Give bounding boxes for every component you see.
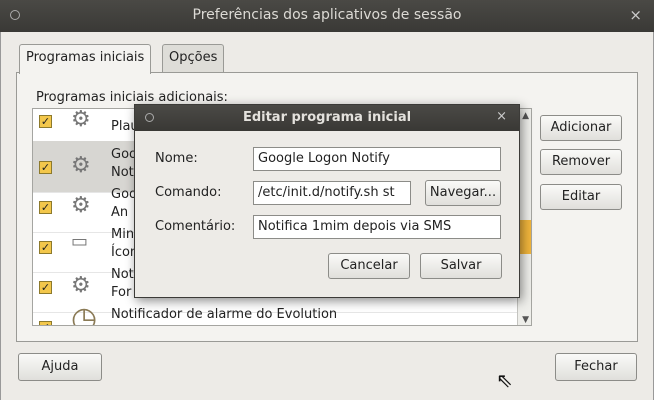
enabled-checkbox[interactable]: ✓ bbox=[39, 161, 52, 174]
scroll-down-icon[interactable]: ▼ bbox=[522, 315, 529, 325]
main-titlebar: Preferências dos aplicativos de sessão × bbox=[0, 0, 654, 32]
window-title: Preferências dos aplicativos de sessão bbox=[192, 7, 462, 23]
help-button[interactable]: Ajuda bbox=[18, 353, 102, 381]
clock-icon: ◷ bbox=[71, 301, 98, 326]
dialog-titlebar: Editar programa inicial × bbox=[135, 105, 519, 131]
dialog-title: Editar programa inicial bbox=[242, 110, 412, 125]
enabled-checkbox[interactable]: ✓ bbox=[39, 281, 52, 294]
scroll-up-icon[interactable]: ▲ bbox=[522, 111, 529, 121]
cancel-button[interactable]: Cancelar bbox=[328, 253, 410, 279]
startup-section-label: Programas iniciais adicionais: bbox=[36, 90, 228, 105]
browse-button[interactable]: Navegar... bbox=[425, 180, 501, 206]
tab-options[interactable]: Opções bbox=[162, 44, 225, 72]
remove-button[interactable]: Remover bbox=[540, 149, 622, 175]
edit-button[interactable]: Editar bbox=[540, 184, 622, 210]
enabled-checkbox[interactable]: ✓ bbox=[39, 115, 52, 128]
close-button[interactable]: Fechar bbox=[555, 353, 637, 381]
comment-field[interactable]: Notifica 1mim depois via SMS bbox=[253, 215, 501, 239]
window-close-button[interactable]: × bbox=[629, 6, 642, 24]
save-button[interactable]: Salvar bbox=[420, 253, 502, 279]
gear-icon: ⚙ bbox=[71, 273, 91, 298]
command-field[interactable]: /etc/init.d/notify.sh st bbox=[253, 181, 411, 205]
name-field[interactable]: Google Logon Notify bbox=[253, 147, 501, 171]
enabled-checkbox[interactable]: ✓ bbox=[39, 201, 52, 214]
list-item[interactable]: ✓ ◷ Notificador de alarme do Evolution bbox=[33, 301, 519, 326]
add-button[interactable]: Adicionar bbox=[540, 115, 622, 141]
dialog-close-button[interactable]: × bbox=[496, 109, 507, 124]
mouse-cursor-icon: ⇖ bbox=[496, 368, 513, 392]
gear-icon: ⚙ bbox=[71, 153, 91, 178]
name-label: Nome: bbox=[155, 151, 198, 166]
comment-label: Comentário: bbox=[155, 219, 236, 234]
gear-icon: ⚙ bbox=[71, 193, 91, 218]
enabled-checkbox[interactable]: ✓ bbox=[39, 321, 52, 325]
enabled-checkbox[interactable]: ✓ bbox=[39, 241, 52, 254]
drive-icon: ▭ bbox=[71, 231, 89, 252]
command-label: Comando: bbox=[155, 185, 222, 200]
tab-startup-programs[interactable]: Programas iniciais bbox=[19, 44, 152, 74]
edit-startup-dialog: Editar programa inicial × Nome: Google L… bbox=[134, 104, 520, 298]
gear-icon: ⚙ bbox=[71, 108, 91, 132]
